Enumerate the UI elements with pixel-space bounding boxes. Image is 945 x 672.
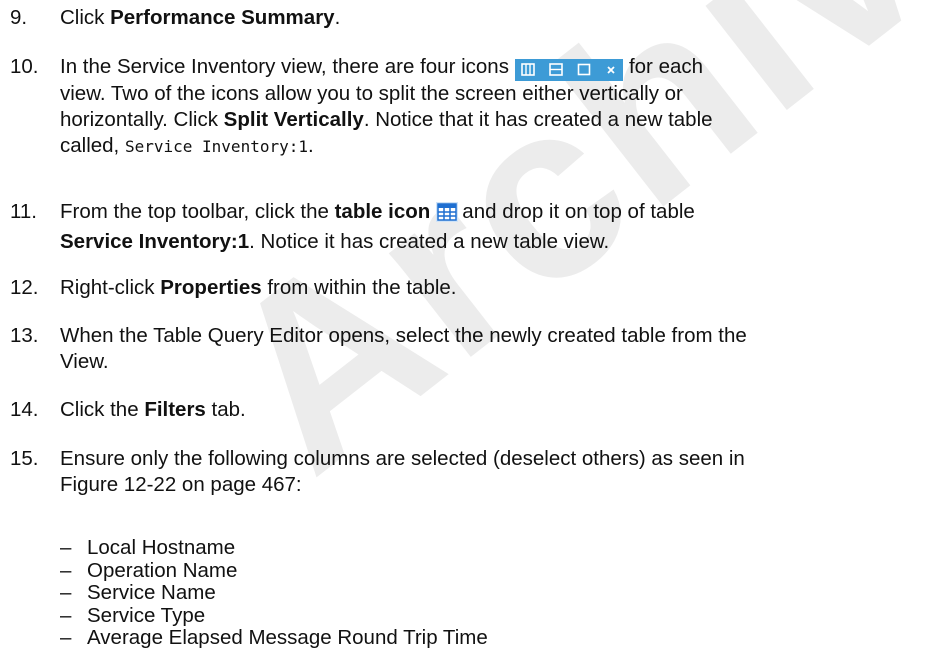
step-number: 9.	[10, 6, 28, 29]
list-item-text: Average Elapsed Message Round Trip Time	[87, 626, 488, 649]
step-text: View.	[60, 350, 109, 373]
step-14: 14. Click the Filters tab.	[10, 397, 940, 423]
step-text: When the Table Query Editor opens, selec…	[60, 324, 747, 347]
step-13: 13. When the Table Query Editor opens, se…	[10, 323, 940, 375]
step-text: Ensure only the following columns are se…	[60, 447, 745, 470]
step-text: .	[334, 6, 341, 29]
ui-term: Service Inventory:1	[60, 230, 250, 253]
step-text: and drop it on top of table	[462, 200, 695, 223]
column-list: – Local Hostname – Operation Name – Service…	[60, 536, 488, 650]
table-icon	[436, 202, 459, 229]
view-icon-strip	[514, 58, 623, 81]
step-text: from within the table.	[261, 276, 457, 299]
ui-term: Split Vertically	[223, 107, 364, 131]
step-number: 12.	[10, 276, 39, 299]
step-text: From the top toolbar, click the	[60, 200, 335, 223]
step-number: 10.	[10, 55, 39, 78]
list-item: – Service Type	[60, 603, 488, 628]
step-text: view. Two of the icons allow you to spli…	[60, 81, 683, 105]
step-text: Click	[60, 6, 111, 29]
step-number: 11.	[10, 200, 37, 223]
list-item: – Local Hostname	[60, 536, 488, 560]
step-text: Click the	[60, 398, 145, 421]
step-text-line: Service Inventory:1. Notice it has creat…	[10, 229, 940, 255]
dash-marker: –	[60, 626, 72, 649]
list-item-text: Service Name	[87, 581, 216, 604]
step-number: 13.	[10, 324, 39, 347]
list-item-text: Service Type	[87, 603, 206, 627]
step-text-line: called, Service Inventory:1.	[10, 133, 940, 160]
step-text-line: horizontally. Click Split Vertically. No…	[10, 107, 940, 133]
list-item: – Service Name	[60, 581, 488, 605]
close-icon	[605, 64, 617, 76]
step-text: .	[308, 133, 314, 157]
step-text: horizontally. Click	[60, 107, 224, 131]
code-text: Service Inventory:1	[124, 136, 308, 156]
ui-term: Filters	[144, 398, 206, 421]
step-text: Right-click	[60, 276, 161, 299]
split-horizontal-icon	[549, 63, 563, 76]
ui-term: Performance Summary	[110, 6, 335, 29]
step-text: for each	[628, 55, 704, 78]
ui-term: table icon	[334, 200, 431, 223]
step-10: 10. In the Service Inventory view, there …	[10, 54, 940, 160]
dash-marker: –	[60, 536, 72, 559]
dash-marker: –	[60, 603, 72, 627]
ui-term: Properties	[160, 276, 262, 299]
list-item: – Operation Name	[60, 558, 488, 583]
step-text: . Notice that it has created a new table	[363, 107, 713, 131]
list-item: – Average Elapsed Message Round Trip Time	[60, 626, 488, 650]
step-9: 9. Click Performance Summary.	[10, 5, 940, 31]
step-text: Figure 12-22 on page 467:	[60, 473, 302, 496]
step-text: In the Service Inventory view, there are…	[60, 55, 509, 78]
split-vertical-icon	[521, 63, 535, 76]
step-12: 12. Right-click Properties from within th…	[10, 275, 940, 301]
step-15: 15. Ensure only the following columns are…	[10, 446, 940, 498]
dash-marker: –	[60, 581, 72, 604]
maximize-icon	[577, 63, 591, 76]
step-text: tab.	[205, 398, 246, 421]
list-item-text: Local Hostname	[87, 536, 236, 559]
step-number: 15.	[10, 447, 39, 470]
dash-marker: –	[60, 558, 72, 582]
list-item-text: Operation Name	[87, 558, 238, 582]
step-number: 14.	[10, 398, 39, 421]
step-11: 11. From the top toolbar, click the table…	[10, 199, 940, 255]
step-text: called,	[60, 133, 125, 157]
step-text: . Notice it has created a new table view…	[249, 230, 610, 253]
